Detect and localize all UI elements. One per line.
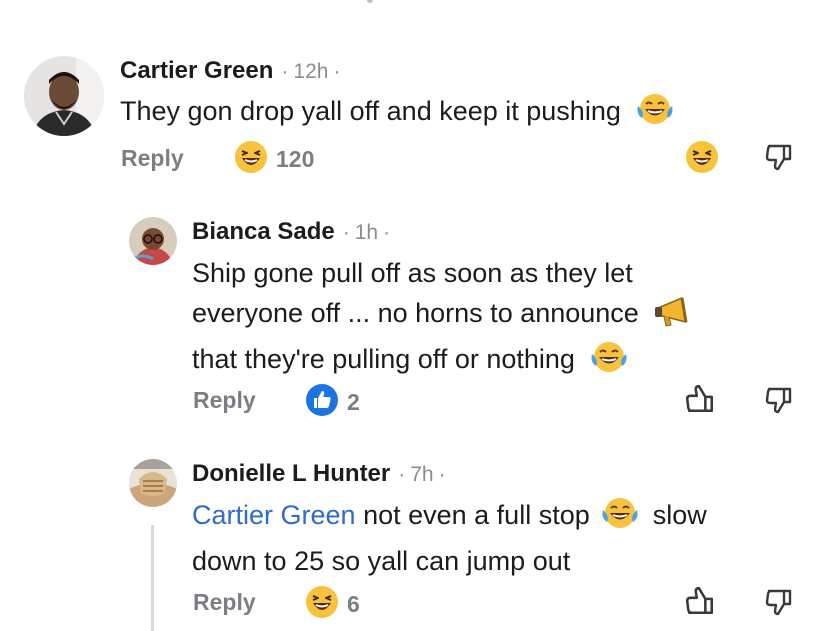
meta-separator: ·	[383, 221, 391, 244]
dislike-button[interactable]	[762, 140, 796, 174]
reaction-count: 120	[276, 146, 315, 172]
reaction-count: 6	[347, 591, 360, 617]
haha-reaction-icon	[234, 140, 268, 179]
comment-author[interactable]: Donielle L Hunter	[192, 460, 390, 488]
comment-text: Ship gone pull off as soon as they let e…	[192, 253, 694, 385]
dislike-button[interactable]	[762, 585, 796, 619]
thumbs-up-icon	[685, 384, 714, 413]
haha-icon	[686, 141, 718, 173]
thumbs-up-icon	[685, 586, 714, 615]
meta-separator: ·	[333, 60, 341, 83]
reaction-count: 2	[347, 389, 360, 415]
reaction-summary[interactable]: 6	[305, 585, 360, 624]
like-button[interactable]	[683, 382, 717, 416]
mention-link[interactable]: Cartier Green	[192, 500, 356, 530]
comment-time[interactable]: 7h	[410, 463, 433, 487]
comment-text-line: Ship gone pull off as soon as they let	[192, 258, 633, 288]
meta-separator: ·	[342, 221, 350, 244]
thumbs-down-icon	[765, 387, 792, 414]
reply-button[interactable]: Reply	[121, 145, 184, 172]
thumbs-down-icon	[765, 144, 792, 171]
comment-text-content: They gon drop yall off and keep it pushi…	[120, 96, 621, 126]
megaphone-emoji	[654, 296, 694, 339]
comment-text: Cartier Green not even a full stop slow …	[192, 495, 707, 581]
reaction-summary[interactable]: 120	[234, 140, 314, 179]
comment-text-line: down to 25 so yall can jump out	[192, 546, 571, 576]
laughing-tears-emoji	[590, 340, 628, 385]
like-button[interactable]	[683, 584, 717, 618]
comment-cartier-green: Cartier Green · 12h · They gon drop yall…	[0, 0, 828, 200]
comment-author[interactable]: Bianca Sade	[192, 218, 335, 246]
avatar[interactable]	[24, 56, 104, 136]
like-reaction-icon	[305, 383, 339, 422]
comment-time[interactable]: 1h	[355, 221, 378, 245]
avatar[interactable]	[129, 459, 177, 507]
laughing-tears-emoji	[601, 496, 639, 541]
dislike-button[interactable]	[762, 383, 796, 417]
reaction-summary[interactable]: 2	[305, 383, 360, 422]
avatar[interactable]	[129, 217, 177, 265]
haha-reaction-icon	[305, 585, 339, 624]
reply-button[interactable]: Reply	[193, 589, 256, 616]
haha-react-button[interactable]	[684, 139, 720, 175]
comment-bianca-sade: Bianca Sade · 1h · Ship gone pull off as…	[0, 200, 828, 440]
comment-text-content: not even a full stop	[363, 500, 590, 530]
comment-text-line: that they're pulling off or nothing	[192, 344, 575, 374]
meta-separator: ·	[438, 463, 446, 486]
comment-time[interactable]: 12h	[293, 60, 328, 84]
reply-button[interactable]: Reply	[193, 387, 256, 414]
comment-donielle-hunter: Donielle L Hunter · 7h · Cartier Green n…	[0, 440, 828, 631]
thumbs-down-icon	[765, 589, 792, 616]
comment-text-line: everyone off ... no horns to announce	[192, 298, 639, 328]
laughing-tears-emoji	[636, 92, 674, 137]
meta-separator: ·	[398, 463, 406, 486]
comment-text-content: slow	[652, 500, 707, 530]
comment-text: They gon drop yall off and keep it pushi…	[120, 91, 674, 137]
meta-separator: ·	[281, 60, 289, 83]
comment-author[interactable]: Cartier Green	[120, 57, 273, 85]
